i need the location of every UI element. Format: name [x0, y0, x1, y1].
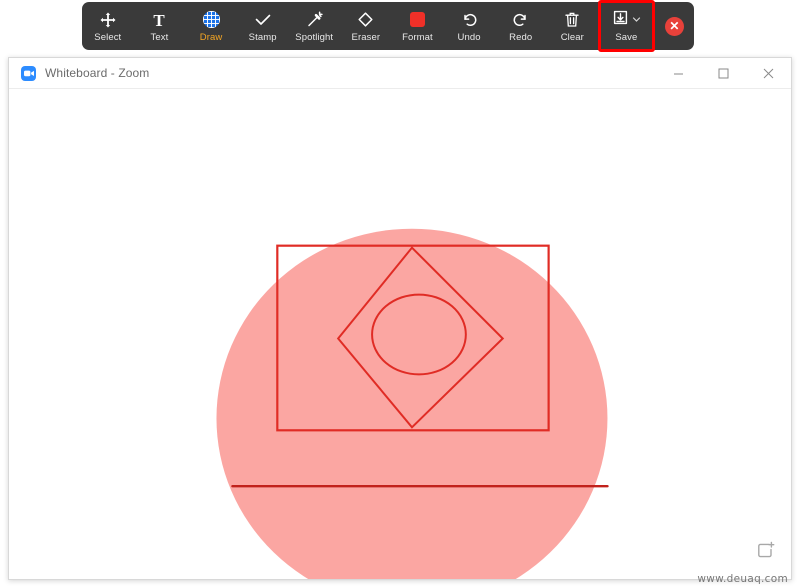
maximize-icon[interactable]	[701, 58, 746, 88]
save-button[interactable]: Save	[598, 0, 655, 52]
drawing-layer	[216, 228, 609, 579]
tool-text[interactable]: T Text	[134, 2, 186, 50]
magic-wand-icon	[306, 10, 323, 30]
tool-format-label: Format	[402, 31, 433, 43]
tool-clear-label: Clear	[560, 31, 584, 43]
zoom-camera-icon	[21, 65, 36, 81]
tool-select[interactable]: Select	[82, 2, 134, 50]
tool-spotlight[interactable]: Spotlight	[288, 2, 340, 50]
color-swatch-icon	[409, 10, 425, 30]
window-titlebar: Whiteboard - Zoom	[9, 58, 791, 89]
tool-draw-label: Draw	[199, 31, 223, 43]
close-icon[interactable]	[746, 58, 791, 88]
undo-arrow-icon	[461, 10, 478, 30]
redo-arrow-icon	[512, 10, 529, 30]
eraser-diamond-icon	[357, 10, 374, 30]
svg-text:T: T	[154, 12, 166, 28]
minimize-icon[interactable]	[656, 58, 701, 88]
save-download-icon	[612, 9, 629, 31]
draw-grid-circle-icon	[202, 10, 220, 30]
screen-root: Select T Text Draw Stamp Spotlight Erase…	[0, 0, 800, 588]
window-title: Whiteboard - Zoom	[45, 66, 150, 80]
site-watermark: www.deuaq.com	[697, 573, 788, 585]
tool-text-label: Text	[150, 31, 169, 43]
tool-redo[interactable]: Redo	[495, 2, 547, 50]
window-controls	[656, 58, 791, 88]
trash-icon	[564, 10, 580, 30]
tool-select-label: Select	[94, 31, 122, 43]
tool-draw[interactable]: Draw	[185, 2, 237, 50]
tool-undo-label: Undo	[457, 31, 481, 43]
checkmark-icon	[254, 10, 272, 30]
annotation-toolbar: Select T Text Draw Stamp Spotlight Erase…	[82, 0, 694, 52]
tool-eraser-label: Eraser	[351, 31, 381, 43]
tool-clear[interactable]: Clear	[546, 2, 598, 50]
tool-stamp[interactable]: Stamp	[237, 2, 289, 50]
tool-stamp-label: Stamp	[248, 31, 277, 43]
close-x-icon: ✕	[664, 16, 684, 36]
save-button-label: Save	[615, 31, 638, 43]
tool-spotlight-label: Spotlight	[295, 31, 334, 43]
chevron-down-icon[interactable]	[632, 11, 641, 29]
whiteboard-canvas[interactable]	[9, 89, 791, 579]
whiteboard-window: Whiteboard - Zoom	[8, 57, 792, 580]
tool-undo[interactable]: Undo	[443, 2, 495, 50]
annotation-close-button[interactable]: ✕	[655, 2, 694, 50]
move-arrows-icon	[100, 10, 116, 30]
text-t-icon: T	[151, 10, 167, 30]
add-page-icon[interactable]	[756, 541, 775, 565]
tool-redo-label: Redo	[509, 31, 533, 43]
tool-format[interactable]: Format	[392, 2, 444, 50]
tool-eraser[interactable]: Eraser	[340, 2, 392, 50]
